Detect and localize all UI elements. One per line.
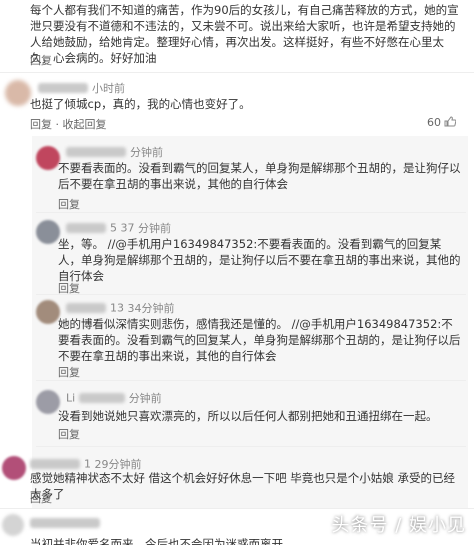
reply-button[interactable]: 回复 (30, 52, 52, 68)
timestamp: 分钟前 (128, 392, 162, 405)
comment-text: 当初并非你爱名而来，今后也不会因为迷惑而离开 (30, 537, 283, 545)
comment-text: 她的博看似深情实则悲伤，感情我还是懂的。 //@手机用户16349847352:… (58, 317, 461, 363)
divider (36, 294, 466, 295)
comment-meta: 小时前 (38, 80, 125, 96)
avatar[interactable] (36, 146, 60, 170)
comment-item: 小时前 也挺了倾城cp，真的，我的心情也变好了。 回复 · 收起回复 60 (0, 76, 474, 132)
comment-text: 也挺了倾城cp，真的，我的心情也变好了。 (30, 97, 251, 111)
comment-item: 1 29分钟前 感觉她精神状态不太好 借这个机会好好休息一下吧 毕竟也只是个小姑… (0, 452, 474, 506)
like-count[interactable]: 60 (427, 116, 456, 129)
reply-button[interactable]: 回复 (58, 364, 80, 380)
reply-item: 13 34分钟前 她的博看似深情实则悲伤，感情我还是懂的。 //@手机用户163… (0, 296, 474, 379)
timestamp: 分钟前 (130, 146, 163, 159)
watermark: 头条号 / 娱小见 (331, 515, 466, 536)
reply-item: 5 37 分钟前 坐，等。 //@手机用户16349847352:不要看表面的。… (0, 216, 474, 295)
username[interactable] (30, 518, 100, 528)
comment-text: 没看到她说她只喜欢漂亮的，所以以后任何人都别把她和丑通扭绑在一起。 (58, 409, 438, 423)
username[interactable] (66, 147, 126, 157)
avatar[interactable] (2, 514, 24, 536)
comment-text: 坐，等。 //@手机用户16349847352:不要看表面的。没看到霸气的回复某… (58, 237, 461, 283)
reply-button[interactable]: 回复 (58, 426, 80, 442)
username-fragment: Li (66, 391, 76, 405)
username[interactable] (30, 459, 80, 469)
timestamp: 小时前 (92, 82, 125, 95)
comment-meta: 13 34分钟前 (66, 300, 175, 316)
comment-text: 不要看表面的。没看到霸气的回复某人，单身狗是解绑那个丑胡的，是让狗仔以后不要在拿… (58, 161, 461, 191)
avatar[interactable] (2, 456, 26, 480)
divider (0, 72, 474, 73)
comment-meta: Li 分钟前 (66, 390, 162, 406)
username-fragment: 5 37 (110, 221, 135, 235)
username-fragment: 1 (84, 457, 91, 471)
like-count-value: 60 (427, 116, 441, 129)
username[interactable] (66, 223, 106, 233)
divider (0, 508, 474, 509)
avatar[interactable] (36, 300, 60, 324)
comment-meta: 分钟前 (66, 144, 163, 160)
username[interactable] (66, 303, 106, 313)
reply-button[interactable]: 回复 (58, 196, 80, 212)
comment-meta (30, 516, 104, 529)
reply-item: Li 分钟前 没看到她说她只喜欢漂亮的，所以以后任何人都别把她和丑通扭绑在一起。… (0, 386, 474, 448)
comment-meta: 5 37 分钟前 (66, 220, 171, 236)
timestamp: 34分钟前 (127, 302, 175, 315)
username[interactable] (78, 393, 125, 403)
top-comment: 每个人都有我们不知道的痛苦，作为90后的女孩儿，有自己痛苦释放的方式，她的宣泄只… (0, 0, 474, 70)
username-fragment: 13 (110, 301, 124, 315)
thumbs-up-icon (444, 116, 456, 127)
comment-text: 感觉她精神状态不太好 借这个机会好好休息一下吧 毕竟也只是个小姑娘 承受的已经太… (30, 471, 455, 501)
avatar[interactable] (5, 80, 31, 106)
avatar[interactable] (36, 220, 60, 244)
reply-collapse-links[interactable]: 回复 · 收起回复 (30, 116, 107, 132)
reply-item: 分钟前 不要看表面的。没看到霸气的回复某人，单身狗是解绑那个丑胡的，是让狗仔以后… (0, 140, 474, 211)
reply-button[interactable]: 回复 (30, 490, 52, 506)
divider (36, 380, 466, 381)
avatar[interactable] (36, 390, 60, 414)
timestamp: 分钟前 (138, 222, 171, 235)
comment-text: 每个人都有我们不知道的痛苦，作为90后的女孩儿，有自己痛苦释放的方式，她的宣泄只… (30, 3, 459, 65)
username[interactable] (38, 83, 88, 93)
divider (36, 212, 466, 213)
divider (36, 446, 466, 447)
